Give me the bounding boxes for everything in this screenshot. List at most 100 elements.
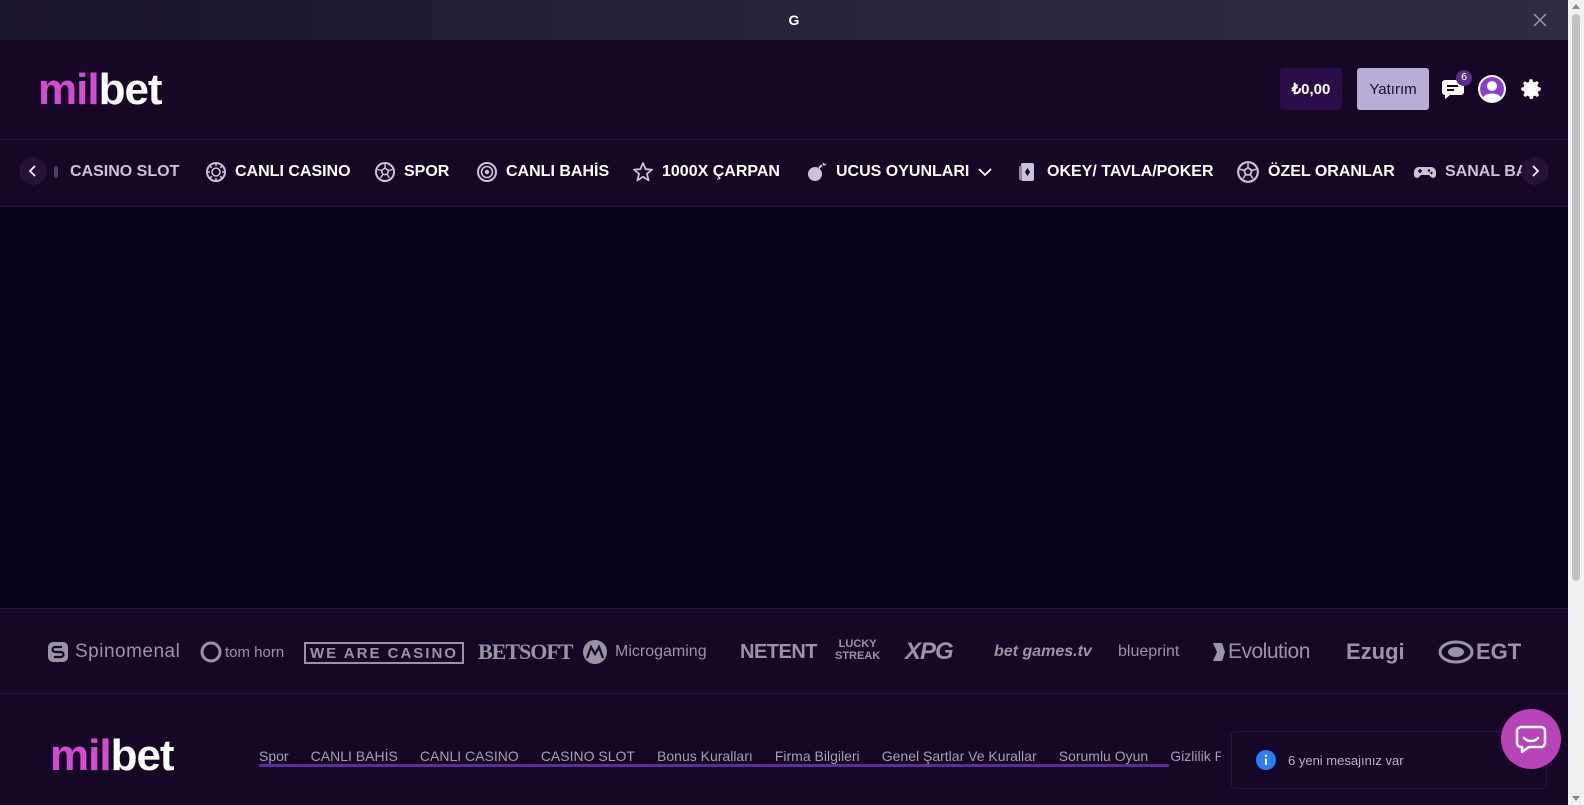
nav-label: SANAL BA (1445, 163, 1528, 180)
scroll-down-arrow[interactable] (1572, 796, 1580, 801)
footer-link-canli-bahis[interactable]: CANLI BAHİS (311, 748, 398, 764)
nav-item-okey-tavla-poker[interactable]: OKEY/ TAVLA/POKER (1017, 160, 1214, 184)
footer-link-bonus-kurallari[interactable]: Bonus Kuralları (657, 748, 753, 764)
footer-link-spor[interactable]: Spor (259, 748, 289, 764)
announcement-text: G (788, 12, 800, 28)
info-icon (1256, 750, 1276, 770)
main-content-area (0, 208, 1568, 608)
gear-icon[interactable] (1518, 76, 1544, 102)
evolution-logo-icon (1213, 643, 1225, 661)
close-icon[interactable] (1530, 10, 1550, 30)
bomb-icon (808, 162, 827, 181)
live-signal-icon (477, 162, 497, 182)
chevron-down-icon (978, 168, 992, 177)
footer-link-gizlilik[interactable]: Gizlilik Politikası (1170, 748, 1221, 764)
cards-icon (1019, 163, 1034, 181)
provider-evolution[interactable]: Evolution (1212, 637, 1310, 667)
spinomenal-logo-icon (48, 642, 68, 662)
gamepad-icon (1414, 167, 1436, 178)
nav-item-casino-slot[interactable]: CASINO SLOT (52, 160, 179, 184)
egt-logo-icon (1438, 640, 1474, 664)
nav-scroll-left[interactable] (19, 157, 47, 185)
logo-text-part1: mil (38, 65, 100, 114)
footer-link-canli-casino[interactable]: CANLI CASINO (420, 748, 519, 764)
logo-text-part2: bet (110, 731, 175, 780)
provider-microgaming[interactable]: Microgaming (580, 637, 707, 667)
toast-message: 6 yeni mesajınız var (1288, 752, 1404, 768)
logo-text-part1: mil (50, 731, 112, 780)
provider-we-are-casino[interactable]: WE ARE CASINO (304, 642, 464, 664)
nav-item-canli-bahis[interactable]: CANLI BAHİS (476, 160, 609, 184)
provider-xpg[interactable]: XPG (905, 637, 954, 667)
nav-label: OKEY/ TAVLA/POKER (1047, 163, 1214, 180)
provider-ezugi[interactable]: Ezugi (1346, 637, 1405, 667)
footer-link-sorumlu-oyun[interactable]: Sorumlu Oyun (1059, 748, 1148, 764)
footer-link-genel-sartlar[interactable]: Genel Şartlar Ve Kurallar (882, 748, 1037, 764)
scrollbar-thumb[interactable] (1572, 14, 1580, 581)
microgaming-logo-icon (583, 640, 607, 664)
nav-label: CANLI CASINO (235, 163, 351, 180)
provider-name: XPG (905, 638, 954, 665)
footer-link-firma-bilgileri[interactable]: Firma Bilgileri (775, 748, 860, 764)
provider-spinomenal[interactable]: Spinomenal (47, 637, 180, 667)
nav-label: SPOR (404, 163, 450, 180)
provider-name: bet games.tv (994, 643, 1092, 660)
provider-name: tom horn (225, 643, 285, 661)
nav-item-ozel-oranlar[interactable]: ÖZEL ORANLAR (1236, 160, 1395, 184)
scroll-up-arrow[interactable] (1572, 4, 1580, 9)
provider-name: Evolution (1228, 640, 1310, 663)
nav-item-canli-casino[interactable]: CANLI CASINO (205, 160, 351, 184)
provider-tom-horn[interactable]: tom horn (200, 637, 284, 667)
logo-text-part2: bet (98, 65, 163, 114)
football-icon (1237, 161, 1259, 183)
footer-logo[interactable]: milbet (50, 734, 175, 778)
message-count-badge: 6 (1456, 70, 1472, 86)
nav-item-ucus-oyunlari[interactable]: UCUS OYUNLARI (806, 160, 993, 184)
site-logo[interactable]: milbet (38, 68, 163, 112)
live-chat-button[interactable] (1501, 709, 1561, 769)
nav-label: 1000X ÇARPAN (662, 163, 780, 180)
user-avatar-icon[interactable] (1477, 74, 1507, 104)
provider-blueprint[interactable]: blueprint (1118, 637, 1179, 667)
provider-name: blueprint (1118, 643, 1180, 660)
provider-name: Ezugi (1346, 639, 1405, 664)
provider-betgames[interactable]: bet games.tv (994, 637, 1092, 667)
nav-scroll-right[interactable] (1521, 157, 1549, 185)
category-nav: CASINO SLOT CANLI CASINO SPOR CANLI BAHİ… (0, 140, 1568, 207)
provider-name: LUCKY STREAK (835, 638, 881, 662)
balance-display[interactable]: ₺0,00 (1280, 68, 1342, 110)
deposit-button[interactable]: Yatırım (1357, 68, 1429, 110)
provider-name: NETENT (740, 640, 818, 663)
provider-lucky-streak[interactable]: LUCKY STREAK (835, 635, 881, 665)
providers-strip: Spinomenal tom horn WE ARE CASINO BETSOF… (0, 608, 1568, 694)
footer-links-scrollbar[interactable] (259, 764, 1169, 767)
provider-name: Spinomenal (75, 641, 181, 662)
slot-icon (54, 166, 58, 178)
nav-item-1000x-carpan[interactable]: 1000X ÇARPAN (632, 160, 780, 184)
provider-name: Microgaming (615, 643, 707, 660)
provider-netent[interactable]: NETENT (740, 637, 818, 667)
nav-item-sanal-bahis[interactable]: SANAL BA (1413, 160, 1527, 184)
page-scrollbar[interactable] (1568, 0, 1584, 805)
provider-egt[interactable]: EGT (1438, 637, 1521, 667)
provider-name: EGT (1476, 639, 1522, 664)
casino-chip-icon (206, 162, 226, 182)
chevron-left-icon (28, 165, 36, 177)
notification-toast[interactable]: 6 yeni mesajınız var (1231, 731, 1547, 789)
chat-icon (1515, 725, 1547, 754)
nav-label: ÖZEL ORANLAR (1268, 163, 1395, 180)
provider-name: WE ARE CASINO (310, 644, 458, 662)
announcement-bar: G (0, 0, 1568, 40)
nav-label: UCUS OYUNLARI (836, 163, 970, 180)
provider-name: BETSOFT (478, 639, 573, 664)
provider-betsoft[interactable]: BETSOFT (478, 637, 573, 667)
nav-item-spor[interactable]: SPOR (374, 160, 449, 184)
star-icon (633, 162, 653, 182)
footer-link-casino-slot[interactable]: CASINO SLOT (541, 748, 635, 764)
nav-label: CANLI BAHİS (506, 163, 610, 180)
nav-label: CASINO SLOT (70, 163, 180, 180)
site-header: milbet ₺0,00 Yatırım 6 (0, 40, 1568, 140)
football-icon (375, 162, 395, 182)
tom-horn-logo-icon (200, 641, 222, 663)
chevron-right-icon (1532, 165, 1540, 177)
